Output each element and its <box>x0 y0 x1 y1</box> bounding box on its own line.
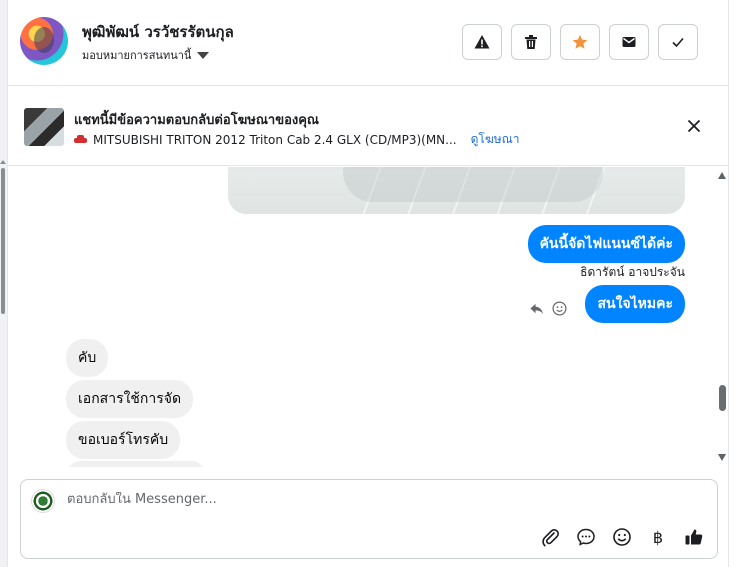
ad-reply-banner: แชทนี้มีข้อความตอบกลับต่อโฆษณาของคุณ MIT… <box>8 88 728 166</box>
reply-icon[interactable] <box>529 301 544 316</box>
attach-button[interactable] <box>539 526 561 548</box>
baht-icon: ฿ <box>652 527 664 547</box>
scroll-down-arrow[interactable] <box>718 454 726 461</box>
car-icon <box>74 135 87 144</box>
mail-icon <box>622 37 636 47</box>
thumbs-up-icon <box>685 529 703 545</box>
mark-unread-button[interactable] <box>609 24 649 60</box>
message-incoming[interactable]: ขอเบอร์โทรคับ <box>66 421 181 459</box>
header-actions <box>462 24 698 60</box>
left-scroll-edge <box>0 0 8 567</box>
close-banner-button[interactable] <box>684 116 704 136</box>
message-incoming[interactable]: คับ <box>66 339 109 377</box>
scroll-up-arrow[interactable] <box>718 172 726 179</box>
emoji-button[interactable] <box>611 526 633 548</box>
like-button[interactable] <box>683 526 705 548</box>
conversation-header: พุฒิพัฒน์ วรวัชรรัตนกุล มอบหมายการสนทนาน… <box>8 0 728 86</box>
delete-button[interactable] <box>511 24 551 60</box>
message-outgoing[interactable]: คันนี้จัดไฟแนนซ์ได้ค่ะ <box>527 225 685 263</box>
warning-icon <box>474 35 490 49</box>
reply-composer: ฿ <box>20 479 718 559</box>
message-outgoing[interactable]: สนใจไหมคะ <box>585 285 685 323</box>
star-button[interactable] <box>560 24 600 60</box>
mark-done-button[interactable] <box>658 24 698 60</box>
ad-banner-title: แชทนี้มีข้อความตอบกลับต่อโฆษณาของคุณ <box>74 113 319 128</box>
sender-name: ธิดารัตน์ อาจประจัน <box>580 265 685 279</box>
report-button[interactable] <box>462 24 502 60</box>
message-incoming-partial[interactable] <box>66 461 206 467</box>
saved-replies-button[interactable] <box>575 526 597 548</box>
trash-icon <box>525 35 537 49</box>
left-scrollbar-thumb[interactable] <box>1 168 5 314</box>
ad-car-name: MITSUBISHI TRITON 2012 Triton Cab 2.4 GL… <box>93 132 457 147</box>
user-avatar[interactable] <box>20 17 68 65</box>
paperclip-icon <box>542 529 559 547</box>
message-tools <box>529 301 567 316</box>
caret-down-icon <box>197 51 210 59</box>
reply-input[interactable] <box>67 492 667 507</box>
message-thread: คันนี้จัดไฟแนนซ์ได้ค่ะ ธิดารัตน์ อาจประจ… <box>8 167 728 467</box>
assign-conversation-dropdown[interactable]: มอบหมายการสนทนานี้ <box>82 46 210 64</box>
payment-button[interactable]: ฿ <box>647 526 669 548</box>
page-avatar <box>31 489 55 513</box>
star-icon <box>572 34 588 49</box>
view-ad-link[interactable]: ดูโฆษณา <box>471 130 520 149</box>
shared-photo[interactable] <box>228 167 685 214</box>
emoji-icon <box>613 528 631 546</box>
composer-tools: ฿ <box>539 526 705 548</box>
ad-thumbnail[interactable] <box>24 108 64 146</box>
check-icon <box>672 37 684 48</box>
emoji-react-icon[interactable] <box>552 301 567 316</box>
message-incoming[interactable]: เอกสารใช้การจัด <box>66 380 194 418</box>
ad-banner-subtitle: MITSUBISHI TRITON 2012 Triton Cab 2.4 GL… <box>74 130 520 149</box>
close-icon <box>687 119 701 133</box>
scroll-up-arrow-left[interactable] <box>0 160 6 164</box>
assign-label: มอบหมายการสนทนานี้ <box>82 49 192 62</box>
thread-scrollbar[interactable] <box>715 167 728 467</box>
chat-bubble-icon <box>577 528 595 546</box>
right-edge <box>728 0 746 567</box>
scroll-thumb[interactable] <box>719 385 726 411</box>
user-name[interactable]: พุฒิพัฒน์ วรวัชรรัตนกุล <box>82 20 234 44</box>
